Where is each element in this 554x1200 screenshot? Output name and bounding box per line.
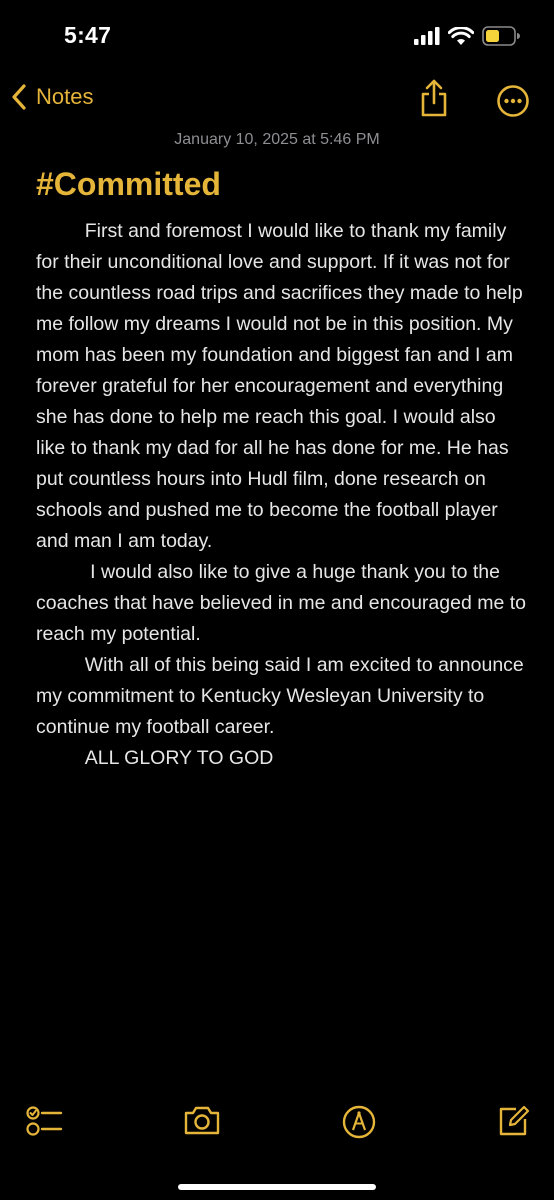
checklist-icon [26,1106,63,1136]
back-label: Notes [36,84,94,109]
camera-icon [184,1106,220,1135]
share-icon [421,79,447,117]
bottom-toolbar [0,1098,554,1148]
nav-bar: Notes [0,74,554,126]
back-button[interactable]: Notes [10,82,93,112]
battery-icon [482,26,520,46]
status-time: 5:47 [64,22,112,48]
note-paragraph: With all of this being said I am excited… [36,654,524,738]
note-date: January 10, 2025 at 5:46 PM [174,131,380,148]
checklist-button[interactable] [26,1104,64,1143]
share-button[interactable] [418,78,450,123]
markup-icon [342,1105,376,1139]
note-paragraph: First and foremost I would like to thank… [36,220,523,552]
compose-icon [499,1105,530,1136]
note-paragraph: I would also like to give a huge thank y… [36,561,526,645]
note-body[interactable]: First and foremost I would like to thank… [36,216,526,774]
markup-button[interactable] [341,1104,377,1145]
chevron-left-icon [12,84,26,110]
compose-button[interactable] [496,1104,530,1143]
status-icons [414,26,520,46]
note-paragraph: ALL GLORY TO GOD [36,747,274,769]
camera-button[interactable] [183,1104,221,1141]
more-icon [497,85,529,117]
more-button[interactable] [496,84,530,123]
note-title[interactable]: #Committed [36,166,221,203]
status-bar: 5:47 [0,0,554,70]
cellular-signal-icon [414,27,440,45]
wifi-icon [448,26,474,45]
home-indicator[interactable] [178,1184,376,1190]
